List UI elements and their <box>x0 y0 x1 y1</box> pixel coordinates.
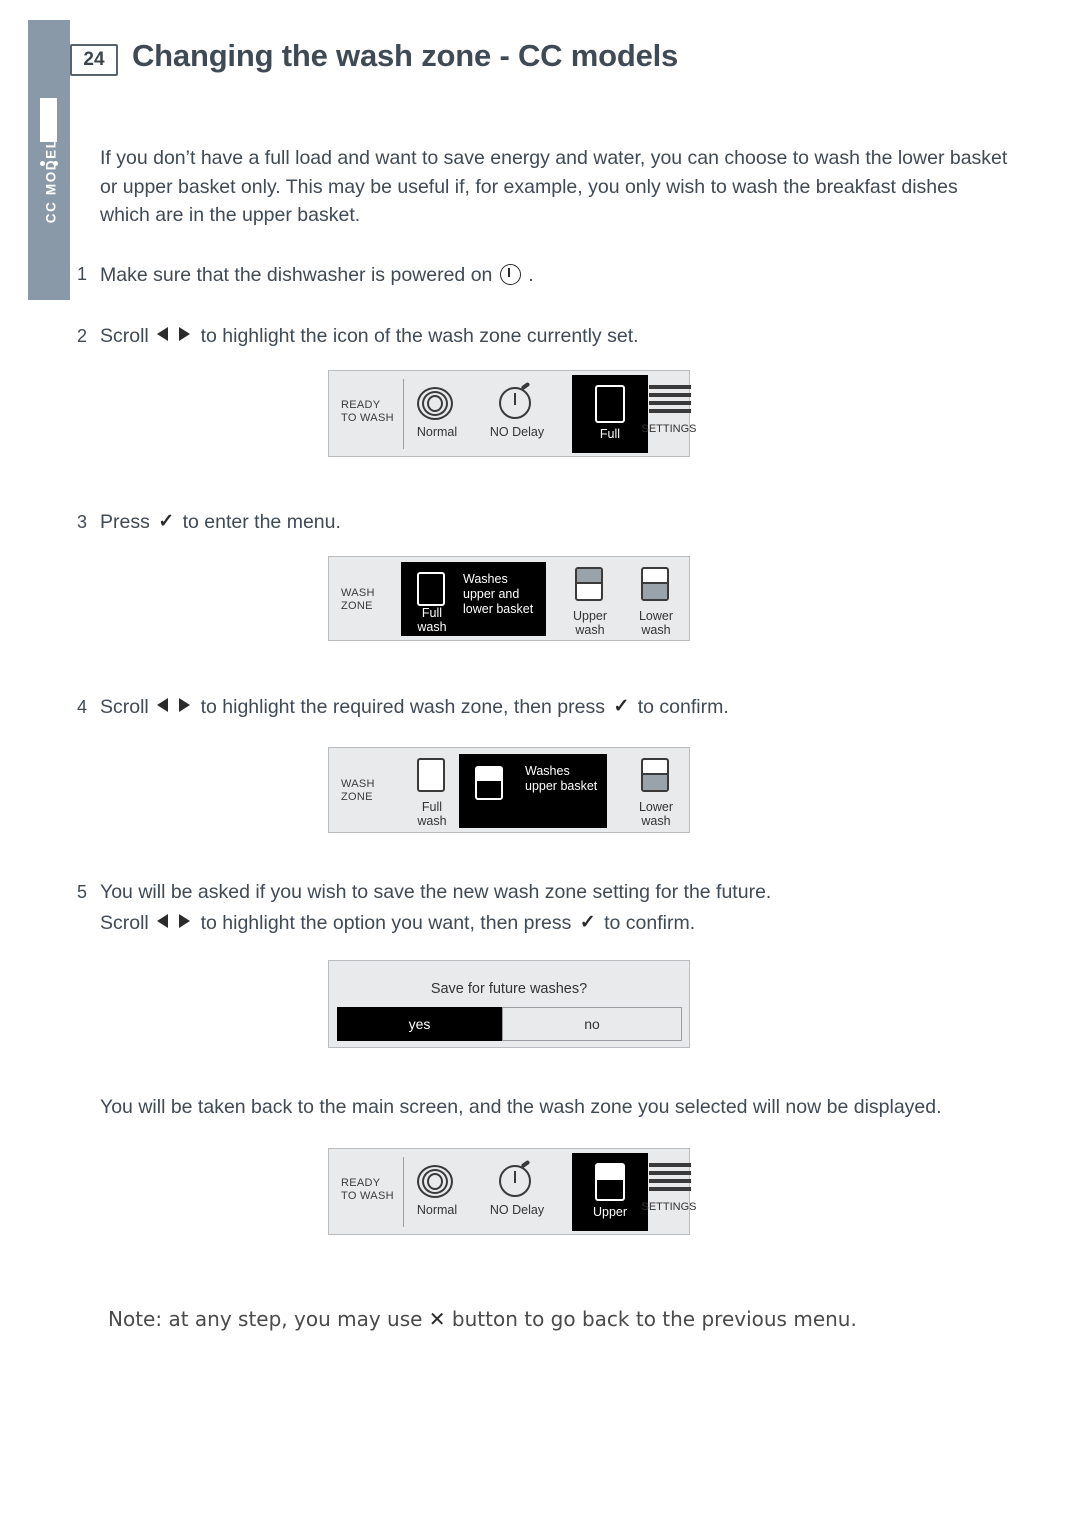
display-panel-main-2: READY TO WASH Normal NO Delay Upper SETT… <box>328 1148 697 1235</box>
step-5-text-mid: to highlight the option you want, then p… <box>200 912 572 934</box>
lower-basket-icon <box>641 758 669 792</box>
display-panel-wash-zone-2: WASH ZONE Full wash Washes upper basket … <box>328 747 690 833</box>
save-question: Save for future washes? <box>430 981 588 997</box>
step-2-text-after: to highlight the icon of the wash zone c… <box>200 325 639 347</box>
ready-to-wash-label: READY TO WASH <box>341 1177 394 1202</box>
step-5-text-after: to confirm. <box>604 912 696 934</box>
upper-basket-icon <box>475 766 503 800</box>
page-title-main: Changing the wash zone <box>132 38 492 73</box>
step-1-text-before: Make sure that the dishwasher is powered… <box>100 264 493 286</box>
normal-cycle-label: Normal <box>416 1203 458 1217</box>
delay-label: NO Delay <box>489 1203 545 1217</box>
step-3-text-after: to enter the menu. <box>182 511 341 533</box>
full-wash-label-1: Full <box>421 606 443 620</box>
lower-basket-icon <box>641 567 669 601</box>
step-4-text-mid: to highlight the required wash zone, the… <box>200 696 605 718</box>
step-4-text-before: Scroll <box>100 696 149 718</box>
step-2-number: 2 <box>76 326 87 346</box>
upper-wash-description: Washes upper basket <box>525 764 598 793</box>
side-tab: CC MODELS <box>28 20 70 300</box>
step-5-line1: You will be asked if you wish to save th… <box>100 881 772 903</box>
scroll-arrows-icon <box>157 908 191 937</box>
wash-zone-title: WASH ZONE <box>341 778 375 803</box>
confirm-check-icon: ✓ <box>158 511 175 532</box>
full-basket-icon <box>595 385 625 423</box>
page-number: 24 <box>70 44 118 76</box>
upper-basket-icon <box>595 1163 625 1201</box>
lower-wash-label-1: Lower <box>638 609 674 623</box>
step-4-number: 4 <box>76 697 87 717</box>
divider <box>403 1157 404 1227</box>
step-2-text-before: Scroll <box>100 325 149 347</box>
ready-to-wash-label: READY TO WASH <box>341 399 394 424</box>
step-4-text-after: to confirm. <box>637 696 729 718</box>
display-panel-save: Save for future washes? yes no <box>328 960 690 1048</box>
lower-wash-label-2: wash <box>641 623 671 637</box>
settings-icon[interactable] <box>649 385 691 417</box>
full-basket-icon <box>417 758 445 792</box>
display-panel-main-1: READY TO WASH Normal NO Delay Full SETTI… <box>328 370 697 457</box>
step-5-text-before: Scroll <box>100 912 149 934</box>
step-1-text-after: . <box>528 264 534 286</box>
settings-icon[interactable] <box>649 1163 691 1195</box>
save-yes-label: yes <box>408 1016 431 1032</box>
full-wash-label-1: Full <box>421 800 443 814</box>
step-3-number: 3 <box>76 512 87 532</box>
save-yes-button[interactable]: yes <box>337 1007 502 1041</box>
upper-wash-label-1: Upper <box>572 609 608 623</box>
step-2: 2 Scroll to highlight the icon of the wa… <box>77 321 1000 351</box>
power-icon <box>499 264 521 285</box>
upper-wash-label-2: wash <box>575 623 605 637</box>
normal-cycle-icon <box>417 1165 459 1198</box>
delay-clock-icon <box>499 1165 531 1197</box>
side-tab-label: CC MODELS <box>43 127 59 224</box>
delay-clock-icon <box>499 387 531 419</box>
confirm-check-icon: ✓ <box>613 696 630 717</box>
save-no-label: no <box>584 1016 600 1032</box>
step-3: 3 Press ✓ to enter the menu. <box>77 508 1000 538</box>
settings-label: SETTINGS <box>641 423 697 435</box>
intro-paragraph: If you don’t have a full load and want t… <box>100 147 1008 226</box>
note-text: Note: at any step, you may use ✕ button … <box>108 1307 857 1331</box>
full-basket-icon <box>417 572 445 606</box>
wash-zone-selected-block[interactable]: Full <box>572 375 648 453</box>
wash-zone-selected-block[interactable]: Upper <box>572 1153 648 1231</box>
lower-wash-label-1: Lower <box>638 800 674 814</box>
step-1-number: 1 <box>76 264 87 284</box>
normal-cycle-icon <box>417 387 459 420</box>
scroll-arrows-icon <box>157 692 191 721</box>
step-1: 1 Make sure that the dishwasher is power… <box>77 260 1000 290</box>
wash-zone-title: WASH ZONE <box>341 587 375 612</box>
settings-label: SETTINGS <box>641 1201 697 1213</box>
normal-cycle-label: Normal <box>416 425 458 439</box>
delay-label: NO Delay <box>489 425 545 439</box>
save-no-button[interactable]: no <box>502 1007 682 1041</box>
full-wash-label-2: wash <box>417 620 447 634</box>
display-panel-wash-zone-1: WASH ZONE Full wash Washes upper and low… <box>328 556 690 641</box>
scroll-arrows-icon <box>157 321 191 350</box>
step-5-number: 5 <box>76 882 87 902</box>
page-title-sub: - CC models <box>499 38 679 73</box>
delay-clock-nub <box>520 1159 531 1169</box>
note-after: button to go back to the previous menu. <box>451 1307 857 1331</box>
lower-wash-label-2: wash <box>641 814 671 828</box>
step-3-text-before: Press <box>100 511 150 533</box>
note-before: Note: at any step, you may use <box>108 1307 423 1331</box>
full-wash-label-2: wash <box>417 814 447 828</box>
divider <box>403 379 404 449</box>
close-icon: ✕ <box>428 1307 446 1331</box>
delay-clock-nub <box>520 381 531 391</box>
confirm-check-icon: ✓ <box>579 912 596 933</box>
full-wash-option-selected[interactable]: Full wash Washes upper and lower basket <box>401 562 546 636</box>
full-wash-description: Washes upper and lower basket <box>463 572 534 616</box>
closing-paragraph: You will be taken back to the main scree… <box>100 1096 942 1118</box>
upper-wash-option-selected[interactable]: Washes upper basket <box>459 754 607 828</box>
step-5-line2: Scroll to highlight the option you want,… <box>100 909 1020 939</box>
step-4: 4 Scroll to highlight the required wash … <box>77 692 1020 723</box>
step-5: 5 You will be asked if you wish to save … <box>77 878 1020 907</box>
upper-basket-icon <box>575 567 603 601</box>
page-title: Changing the wash zone - CC models <box>132 38 678 74</box>
